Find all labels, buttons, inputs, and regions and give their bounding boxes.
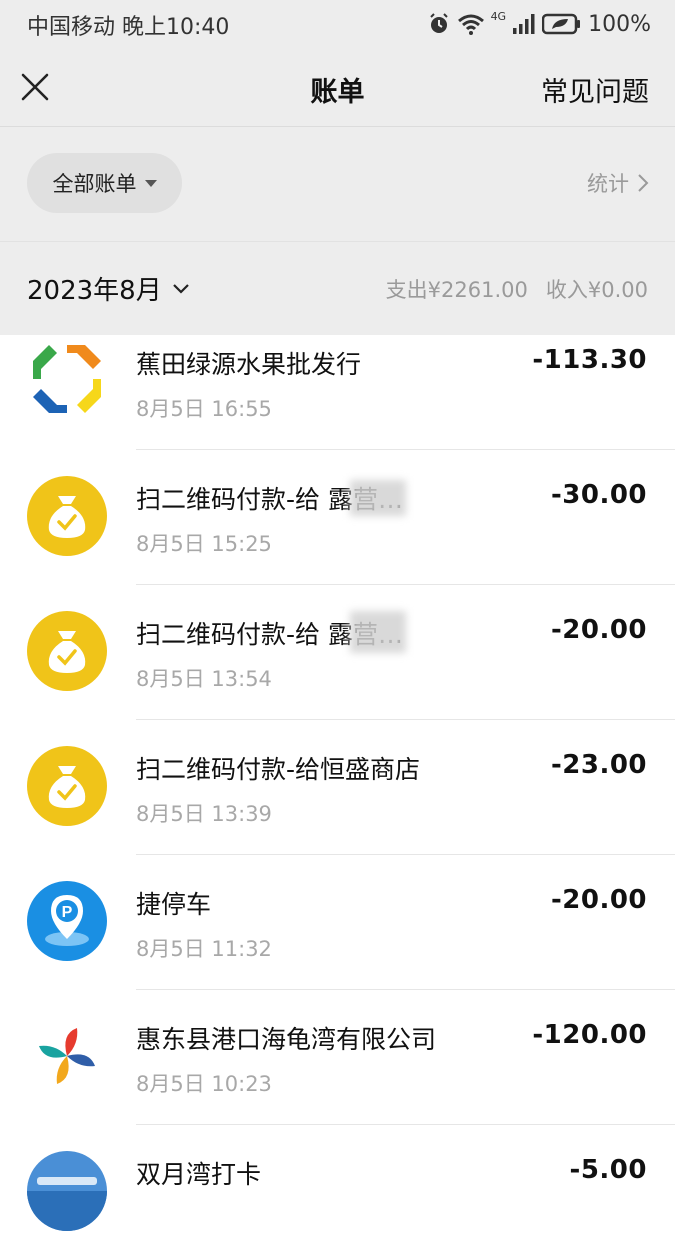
battery-icon: [542, 13, 581, 35]
merchant-name: 惠东县港口海龟湾有限公司: [136, 1025, 437, 1054]
transaction-amount: -5.00: [569, 1155, 647, 1185]
month-summary: 支出¥2261.00 收入¥0.00: [386, 274, 648, 304]
transaction-row[interactable]: 扫二维码付款-给恒盛商店 8月5日 13:39 -23.00: [0, 720, 675, 855]
carrier-time: 中国移动 晚上10:40: [27, 15, 230, 40]
nav-bar: 账单 常见问题: [0, 48, 675, 127]
transaction-time: 8月5日 16:55: [136, 397, 272, 421]
svg-text:P: P: [62, 904, 73, 921]
transaction-time: 8月5日 15:25: [136, 532, 272, 556]
transaction-amount: -20.00: [550, 885, 647, 915]
merchant-name: 蕉田绿源水果批发行: [136, 350, 362, 379]
transaction-row[interactable]: 惠东县港口海龟湾有限公司 8月5日 10:23 -120.00: [0, 990, 675, 1125]
merchant-name: 捷停车: [136, 890, 212, 919]
money-bag-icon: [27, 611, 107, 691]
transaction-row[interactable]: 扫二维码付款-给 露营… 8月5日 15:25 -30.00: [0, 450, 675, 585]
faq-link[interactable]: 常见问题: [541, 70, 649, 109]
alarm-icon: [429, 13, 448, 33]
bill-filter-label: 全部账单: [52, 172, 137, 196]
transaction-amount: -113.30: [532, 345, 647, 375]
money-bag-icon: [27, 746, 107, 826]
chevron-right-icon: [638, 174, 649, 192]
divider: [0, 241, 675, 242]
month-selector[interactable]: 2023年8月: [27, 270, 190, 307]
expense-total: 支出¥2261.00: [385, 278, 528, 302]
close-icon[interactable]: [14, 66, 56, 108]
bill-filter-dropdown[interactable]: 全部账单: [27, 153, 182, 213]
colorful-arrows-logo-icon: [33, 345, 101, 413]
transaction-row[interactable]: 双月湾打卡 -5.00: [0, 1125, 675, 1260]
network-type: 4G: [490, 9, 507, 23]
transaction-time: 8月5日 13:39: [136, 802, 272, 826]
wifi-icon: [457, 14, 484, 35]
merchant-name: 扫二维码付款-给恒盛商店: [136, 755, 421, 784]
transaction-time: 8月5日 13:54: [136, 667, 272, 691]
transaction-time: 8月5日 10:23: [136, 1072, 272, 1096]
transaction-row[interactable]: 蕉田绿源水果批发行 8月5日 16:55 -113.30: [0, 335, 675, 450]
pinwheel-logo-icon: [27, 1016, 107, 1096]
transaction-amount: -23.00: [550, 750, 647, 780]
transaction-amount: -120.00: [532, 1020, 647, 1050]
transaction-amount: -20.00: [550, 615, 647, 645]
chevron-down-icon: [172, 283, 189, 294]
caret-down-icon: [144, 179, 157, 187]
transaction-row[interactable]: 扫二维码付款-给 露营… 8月5日 13:54 -20.00: [0, 585, 675, 720]
transaction-time: 8月5日 11:32: [136, 937, 272, 961]
signal-icon: [513, 14, 535, 34]
statistics-label: 统计: [587, 172, 629, 196]
battery-percent: 100%: [588, 11, 651, 37]
redacted-blur: [350, 480, 406, 516]
transaction-amount: -30.00: [550, 480, 647, 510]
income-total: 收入¥0.00: [545, 278, 648, 302]
statistics-link[interactable]: 统计: [587, 168, 649, 198]
money-bag-icon: [27, 476, 107, 556]
photo-avatar-icon: [27, 1151, 107, 1231]
redacted-blur: [350, 611, 406, 653]
transaction-row[interactable]: P 捷停车 8月5日 11:32 -20.00: [0, 855, 675, 990]
month-label: 2023年8月: [27, 276, 162, 306]
transaction-list: 蕉田绿源水果批发行 8月5日 16:55 -113.30 扫二维码付款-给 露营…: [0, 335, 675, 1260]
parking-icon: P: [27, 881, 107, 961]
status-icons: 4G 100%: [427, 9, 651, 39]
merchant-name: 双月湾打卡: [136, 1160, 262, 1189]
status-bar: 中国移动 晚上10:40 4G 100%: [0, 0, 675, 48]
